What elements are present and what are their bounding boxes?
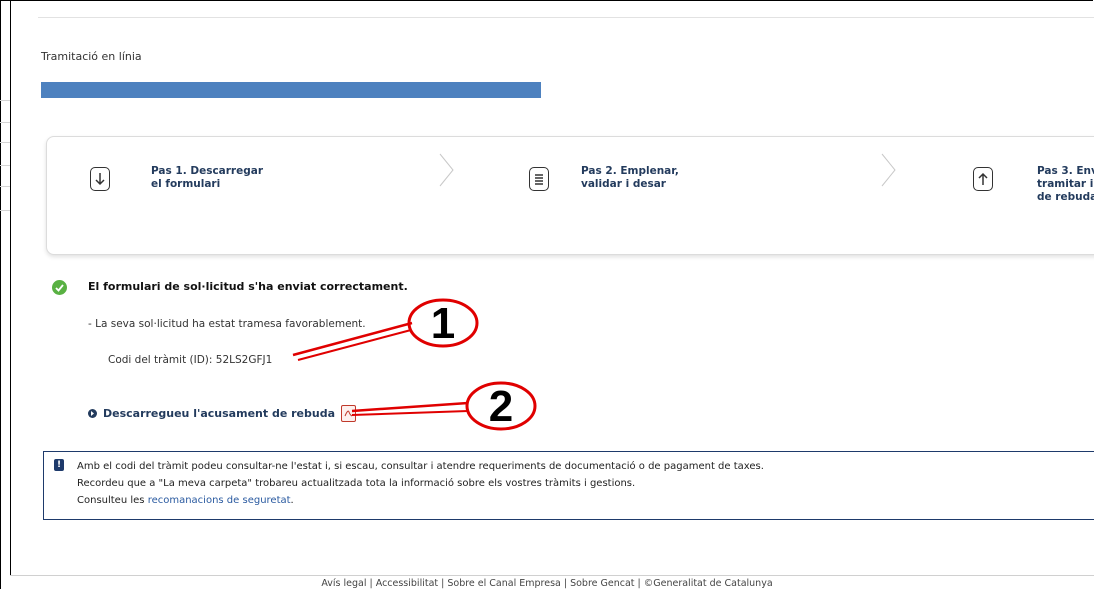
info-line-3-suffix: . bbox=[290, 495, 294, 506]
annotation-number-2: 2 bbox=[489, 382, 513, 431]
exclamation-icon: ! bbox=[54, 459, 64, 471]
footer-divider bbox=[10, 575, 1094, 576]
info-box: ! Amb el codi del tràmit podeu consultar… bbox=[43, 451, 1094, 520]
info-line-2: Recordeu que a "La meva carpeta" trobare… bbox=[77, 478, 636, 489]
security-recommendations-link[interactable]: recomanacions de seguretat bbox=[148, 495, 291, 506]
footer-links[interactable]: Avís legal | Accessibilitat | Sobre el C… bbox=[0, 578, 1094, 589]
annotation-pointer-1a bbox=[292, 321, 413, 357]
annotation-number-1: 1 bbox=[431, 299, 455, 348]
info-line-3-prefix: Consulteu les bbox=[77, 495, 148, 506]
info-line-1: Amb el codi del tràmit podeu consultar-n… bbox=[77, 461, 764, 472]
annotation-pointer-2b bbox=[351, 410, 469, 416]
annotation-pointer-2a bbox=[351, 401, 469, 413]
annotation-pointer-1b bbox=[297, 329, 412, 361]
info-line-3: Consulteu les recomanacions de seguretat… bbox=[77, 495, 294, 506]
